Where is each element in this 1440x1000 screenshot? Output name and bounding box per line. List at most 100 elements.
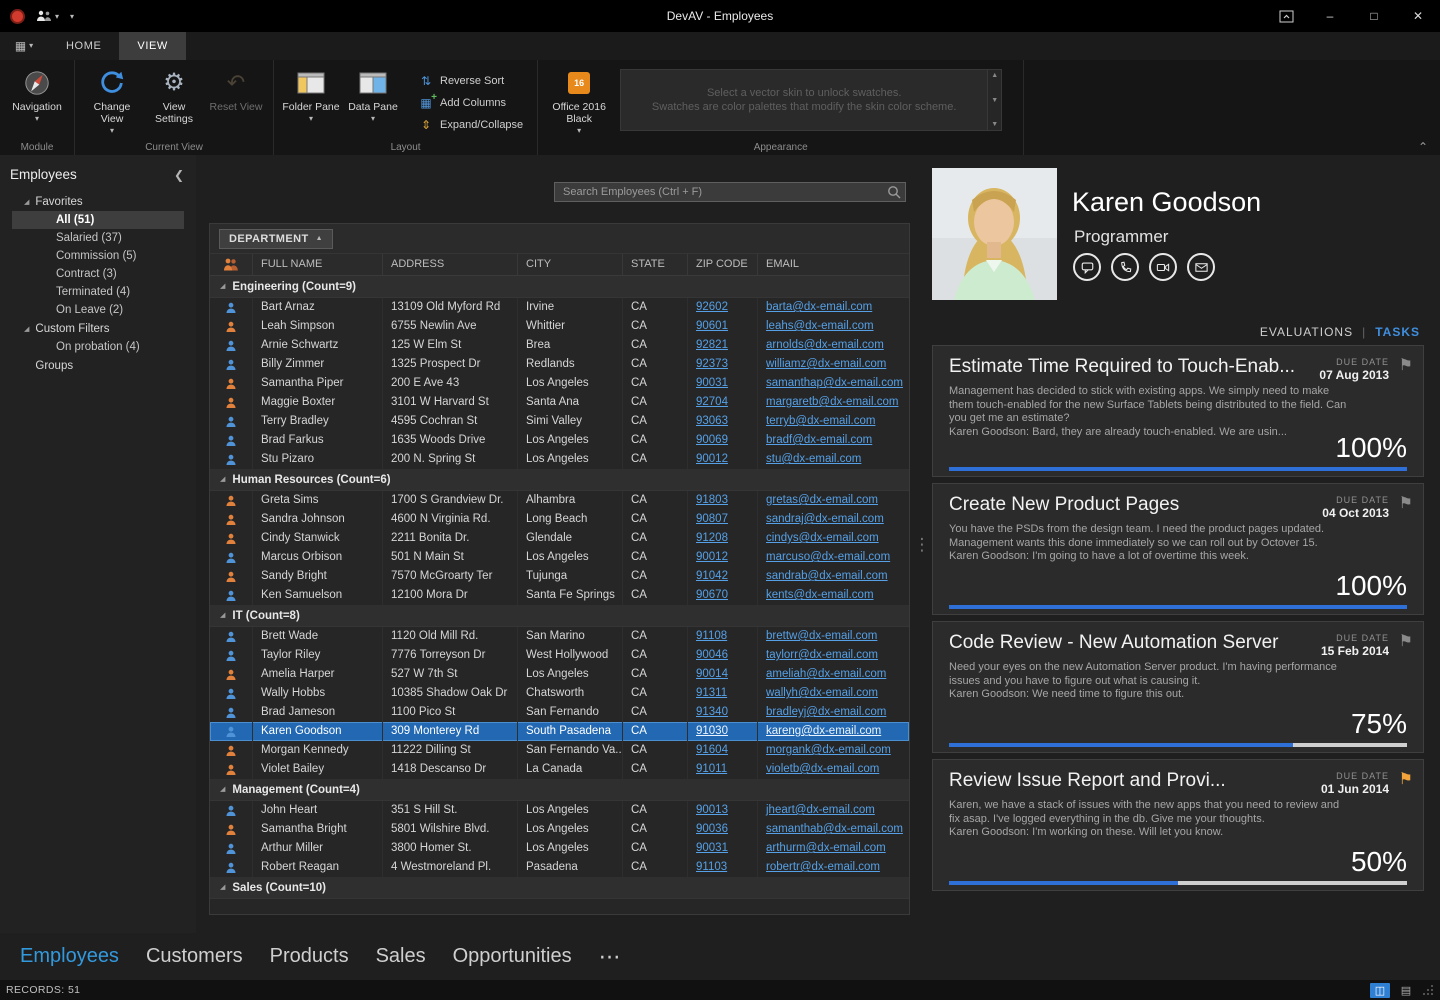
employee-email-link[interactable]: leahs@dx-email.com (766, 320, 874, 332)
employee-zip-link[interactable]: 91011 (696, 763, 727, 775)
video-call-button[interactable] (1149, 253, 1177, 281)
employee-email-link[interactable]: williamz@dx-email.com (766, 358, 886, 370)
employee-zip-link[interactable]: 90670 (696, 589, 728, 601)
call-button[interactable] (1111, 253, 1139, 281)
employee-row[interactable]: Samantha Piper 200 E Ave 43 Los Angeles … (210, 374, 909, 393)
email-button[interactable] (1187, 253, 1215, 281)
employee-row[interactable]: Karen Goodson 309 Monterey Rd South Pasa… (210, 722, 909, 741)
employee-zip-link[interactable]: 92821 (696, 339, 728, 351)
employee-row[interactable]: Robert Reagan 4 Westmoreland Pl. Pasaden… (210, 858, 909, 877)
employee-row[interactable]: Maggie Boxter 3101 W Harvard St Santa An… (210, 393, 909, 412)
employee-zip-link[interactable]: 90014 (696, 668, 728, 680)
employee-row[interactable]: Brad Jameson 1100 Pico St San Fernando C… (210, 703, 909, 722)
employee-email-link[interactable]: margaretb@dx-email.com (766, 396, 898, 408)
employee-zip-link[interactable]: 90601 (696, 320, 728, 332)
department-group-row[interactable]: ◢ Human Resources (Count=6) (210, 469, 909, 491)
module-nav-item[interactable]: Customers (146, 945, 243, 968)
employee-email-link[interactable]: kents@dx-email.com (766, 589, 874, 601)
employee-row[interactable]: Samantha Bright 5801 Wilshire Blvd. Los … (210, 820, 909, 839)
gallery-expand-icon[interactable]: ▼ (991, 121, 998, 128)
employee-row[interactable]: Arthur Miller 3800 Homer St. Los Angeles… (210, 839, 909, 858)
expand-collapse-button[interactable]: ⇕ Expand/Collapse (418, 116, 523, 133)
employee-zip-link[interactable]: 90807 (696, 513, 728, 525)
employee-row[interactable]: Amelia Harper 527 W 7th St Los Angeles C… (210, 665, 909, 684)
collapse-ribbon-button[interactable]: ⌃ (1418, 141, 1428, 153)
maximize-button[interactable]: □ (1352, 0, 1396, 32)
department-group-row[interactable]: ◢ Management (Count=4) (210, 779, 909, 801)
employee-row[interactable]: Terry Bradley 4595 Cochran St Simi Valle… (210, 412, 909, 431)
data-pane-button[interactable]: Data Pane ▾ (342, 63, 404, 123)
column-header[interactable]: CITY (518, 254, 623, 275)
ribbon-tab[interactable]: VIEW (119, 32, 186, 60)
employee-zip-link[interactable]: 91042 (696, 570, 728, 582)
message-button[interactable] (1073, 253, 1101, 281)
employee-email-link[interactable]: stu@dx-email.com (766, 453, 861, 465)
folder-pane-button[interactable]: Folder Pane ▾ (280, 63, 342, 123)
flag-icon[interactable]: ⚑ (1399, 631, 1413, 651)
employee-email-link[interactable]: arnolds@dx-email.com (766, 339, 884, 351)
employee-email-link[interactable]: bradleyj@dx-email.com (766, 706, 886, 718)
pane-splitter[interactable]: ⋮ (912, 155, 932, 935)
employee-zip-link[interactable]: 91340 (696, 706, 728, 718)
module-nav-item[interactable]: Employees (20, 945, 119, 968)
sidebar-filter-item[interactable]: Contract (3) (12, 265, 184, 283)
sidebar-filter-item[interactable]: On probation (4) (12, 338, 184, 356)
employee-row[interactable]: John Heart 351 S Hill St. Los Angeles CA… (210, 801, 909, 820)
module-nav-item[interactable]: Opportunities (453, 945, 572, 968)
employee-row[interactable]: Sandy Bright 7570 McGroarty Ter Tujunga … (210, 567, 909, 586)
employee-email-link[interactable]: wallyh@dx-email.com (766, 687, 878, 699)
navigation-button[interactable]: Navigation ▾ (6, 63, 68, 123)
employee-email-link[interactable]: ameliah@dx-email.com (766, 668, 886, 680)
employee-email-link[interactable]: taylorr@dx-email.com (766, 649, 878, 661)
sidebar-section[interactable]: ◢ Custom Filters (0, 319, 196, 338)
collapse-sidebar-button[interactable]: ❮ (174, 168, 184, 182)
ribbon-tab[interactable]: HOME (48, 32, 119, 60)
column-header[interactable]: ZIP CODE (688, 254, 758, 275)
module-nav-item[interactable]: ⋯ (599, 944, 623, 970)
employee-row[interactable]: Marcus Orbison 501 N Main St Los Angeles… (210, 548, 909, 567)
sidebar-filter-item[interactable]: All (51) (12, 211, 184, 229)
reset-view-button[interactable]: ↶ Reset View (205, 63, 267, 113)
employee-email-link[interactable]: gretas@dx-email.com (766, 494, 878, 506)
sidebar-filter-item[interactable]: Salaried (37) (12, 229, 184, 247)
employee-email-link[interactable]: brettw@dx-email.com (766, 630, 877, 642)
employee-zip-link[interactable]: 91103 (696, 861, 727, 873)
employee-email-link[interactable]: samanthab@dx-email.com (766, 823, 903, 835)
employee-row[interactable]: Morgan Kennedy 11222 Dilling St San Fern… (210, 741, 909, 760)
resize-grip[interactable] (1422, 984, 1434, 996)
employee-row[interactable]: Arnie Schwartz 125 W Elm St Brea CA 9282… (210, 336, 909, 355)
department-group-row[interactable]: ◢ Engineering (Count=9) (210, 276, 909, 298)
employee-zip-link[interactable]: 90031 (696, 842, 728, 854)
employee-zip-link[interactable]: 90012 (696, 453, 728, 465)
employee-email-link[interactable]: sandraj@dx-email.com (766, 513, 884, 525)
skin-selector-button[interactable]: 16 Office 2016 Black ▾ (544, 63, 614, 135)
group-by-department-button[interactable]: DEPARTMENT ▲ (219, 229, 333, 249)
department-group-row[interactable]: ◢ IT (Count=8) (210, 605, 909, 627)
employee-zip-link[interactable]: 90069 (696, 434, 728, 446)
toggle-grid-view-button[interactable]: ▤ (1396, 983, 1416, 998)
employee-row[interactable]: Brad Farkus 1635 Woods Drive Los Angeles… (210, 431, 909, 450)
add-columns-button[interactable]: ▦+ Add Columns (418, 94, 523, 111)
employee-row[interactable]: Taylor Riley 7776 Torreyson Dr West Holl… (210, 646, 909, 665)
reverse-sort-button[interactable]: ⇅ Reverse Sort (418, 72, 523, 89)
employee-row[interactable]: Ken Samuelson 12100 Mora Dr Santa Fe Spr… (210, 586, 909, 605)
search-input[interactable] (554, 182, 906, 202)
employee-email-link[interactable]: morgank@dx-email.com (766, 744, 891, 756)
employee-email-link[interactable]: violetb@dx-email.com (766, 763, 879, 775)
employee-zip-link[interactable]: 91803 (696, 494, 728, 506)
employee-zip-link[interactable]: 91604 (696, 744, 728, 756)
employee-zip-link[interactable]: 91311 (696, 687, 727, 699)
app-menu-button[interactable]: ▦ ▾ (0, 32, 48, 60)
department-group-row[interactable]: ◢ Sales (Count=10) (210, 877, 909, 899)
column-header[interactable]: FULL NAME (253, 254, 383, 275)
employee-zip-link[interactable]: 92602 (696, 301, 728, 313)
tab-evaluations[interactable]: EVALUATIONS (1260, 325, 1353, 339)
customize-qat-button[interactable]: ▾ (70, 12, 74, 21)
toggle-detail-pane-button[interactable]: ◫ (1370, 983, 1390, 998)
employee-zip-link[interactable]: 92373 (696, 358, 728, 370)
employee-row[interactable]: Sandra Johnson 4600 N Virginia Rd. Long … (210, 510, 909, 529)
employee-zip-link[interactable]: 91030 (696, 725, 728, 737)
employee-email-link[interactable]: sandrab@dx-email.com (766, 570, 888, 582)
close-button[interactable]: ✕ (1396, 0, 1440, 32)
employee-row[interactable]: Greta Sims 1700 S Grandview Dr. Alhambra… (210, 491, 909, 510)
